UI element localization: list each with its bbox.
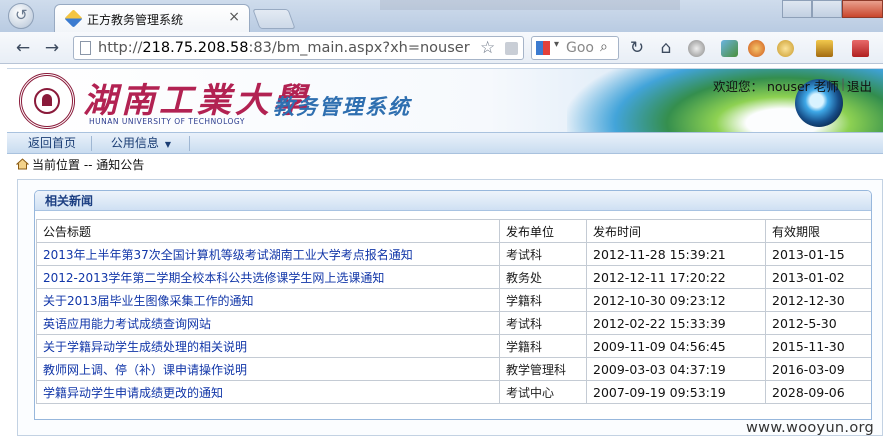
news-publish-time: 2009-11-09 04:56:45 (586, 334, 766, 358)
chevron-down-icon: ▼ (164, 140, 172, 149)
table-row: 学籍异动学生申请成绩更改的通知 考试中心 2007-09-19 09:53:19 20… (36, 380, 871, 404)
table-row: 2013年上半年第37次全国计算机等级考试湖南工业大学考点报名通知 考试科 2012… (36, 242, 871, 266)
face-icon[interactable] (777, 40, 794, 57)
titlebar-shadow (380, 0, 680, 10)
table-row: 英语应用能力考试成绩查询网站 考试科 2012-02-22 15:33:39 2012… (36, 311, 871, 335)
news-expiry-date: 2028-09-06 (765, 380, 871, 404)
column-header: 有效期限 (765, 219, 871, 243)
news-title-link[interactable]: 教师网上调、停（补）课申请操作说明 (36, 357, 500, 381)
table-header-row: 公告标题 发布单位 发布时间 有效期限 (36, 219, 871, 243)
news-title-link[interactable]: 学籍异动学生申请成绩更改的通知 (36, 380, 500, 404)
news-title-link[interactable]: 2012-2013学年第二学期全校本科公共选修课学生网上选课通知 (36, 265, 500, 289)
close-window-button[interactable] (842, 0, 883, 18)
system-title: 教务管理系统 (273, 95, 411, 119)
news-department: 考试科 (499, 311, 587, 335)
menu-home[interactable]: 返回首页 (13, 133, 91, 154)
column-header: 公告标题 (36, 219, 500, 243)
news-expiry-date: 2012-12-30 (765, 288, 871, 312)
table-row: 关于学籍异动学生成绩处理的相关说明 学籍科 2009-11-09 04:56:45 2… (36, 334, 871, 358)
watermark: www.wooyun.org (746, 420, 875, 436)
news-publish-time: 2012-11-28 15:39:21 (586, 242, 766, 266)
back-icon[interactable]: ← (12, 38, 34, 58)
university-emblem-icon (19, 73, 75, 129)
news-department: 考试科 (499, 242, 587, 266)
favicon-icon (64, 9, 83, 28)
news-department: 教务处 (499, 265, 587, 289)
browser-titlebar: ↺ 正方教务管理系统 × (0, 0, 883, 32)
tools-icon[interactable] (852, 40, 869, 57)
browser-logo-icon[interactable]: ↺ (8, 3, 34, 29)
news-department: 学籍科 (499, 334, 587, 358)
address-bar[interactable]: http://218.75.208.58:83/bm_main.aspx?xh=… (73, 36, 524, 60)
news-expiry-date: 2013-01-15 (765, 242, 871, 266)
new-tab-button[interactable] (252, 9, 296, 29)
table-row: 2012-2013学年第二学期全校本科公共选修课学生网上选课通知 教务处 2012-… (36, 265, 871, 289)
news-title-link[interactable]: 关于2013届毕业生图像采集工作的通知 (36, 288, 500, 312)
minimize-button[interactable] (782, 0, 812, 18)
page-icon (80, 41, 91, 55)
maximize-button[interactable] (812, 0, 842, 18)
table-row: 关于2013届毕业生图像采集工作的通知 学籍科 2012-10-30 09:23:1… (36, 288, 871, 312)
site-header: 湖南工業大學 HUNAN UNIVERSITY OF TECHNOLOGY 教务… (7, 68, 883, 132)
forward-icon[interactable]: → (41, 38, 63, 58)
column-header: 发布时间 (586, 219, 766, 243)
news-panel-title: 相关新闻 (35, 191, 871, 211)
news-expiry-date: 2013-01-02 (765, 265, 871, 289)
news-title-link[interactable]: 2013年上半年第37次全国计算机等级考试湖南工业大学考点报名通知 (36, 242, 500, 266)
site-menu: 返回首页 公用信息 ▼ (7, 132, 883, 154)
header-separator: | (841, 77, 846, 91)
news-expiry-date: 2015-11-30 (765, 334, 871, 358)
search-input[interactable]: Goo (566, 40, 594, 56)
news-department: 教学管理科 (499, 357, 587, 381)
news-expiry-date: 2012-5-30 (765, 311, 871, 335)
smiley-icon[interactable] (688, 40, 705, 57)
news-table: 公告标题 发布单位 发布时间 有效期限 2013年上半年第37次全国计算机等级考… (36, 219, 871, 404)
browser-toolbar: ← → http://218.75.208.58:83/bm_main.aspx… (0, 32, 883, 64)
breadcrumb: 当前位置 -- 通知公告 (16, 156, 144, 174)
search-box[interactable]: ▾ Goo ⌕ (531, 36, 619, 60)
magnifier-icon[interactable]: ⌕ (600, 39, 608, 55)
news-title-link[interactable]: 关于学籍异动学生成绩处理的相关说明 (36, 334, 500, 358)
browser-tab[interactable]: 正方教务管理系统 × (54, 4, 250, 32)
tab-title: 正方教务管理系统 (87, 13, 184, 27)
tab-close-icon[interactable]: × (228, 9, 240, 25)
logout-link[interactable]: 退出 (847, 76, 872, 95)
image-icon[interactable] (721, 40, 738, 57)
news-department: 考试中心 (499, 380, 587, 404)
news-publish-time: 2012-02-22 15:33:39 (586, 311, 766, 335)
university-name-en: HUNAN UNIVERSITY OF TECHNOLOGY (89, 117, 245, 126)
menu-public-info[interactable]: 公用信息 ▼ (93, 133, 189, 154)
table-row: 教师网上调、停（补）课申请操作说明 教学管理科 2009-03-03 04:37:1… (36, 357, 871, 381)
bee-icon[interactable] (816, 40, 833, 57)
news-publish-time: 2012-12-11 17:20:22 (586, 265, 766, 289)
google-search-icon[interactable] (536, 41, 550, 55)
news-publish-time: 2012-10-30 09:23:12 (586, 288, 766, 312)
url-text[interactable]: http://218.75.208.58:83/bm_main.aspx?xh=… (98, 40, 470, 56)
home-icon[interactable]: ⌂ (655, 38, 677, 58)
news-expiry-date: 2016-03-09 (765, 357, 871, 381)
bookmark-star-icon[interactable]: ☆ (480, 38, 495, 58)
news-department: 学籍科 (499, 288, 587, 312)
reload-icon[interactable]: ↻ (626, 38, 648, 58)
news-panel: 相关新闻 公告标题 发布单位 发布时间 有效期限 2013年上半年第37次全国计… (34, 190, 872, 420)
column-header: 发布单位 (499, 219, 587, 243)
content-area: 相关新闻 公告标题 发布单位 发布时间 有效期限 2013年上半年第37次全国计… (17, 179, 883, 436)
news-publish-time: 2007-09-19 09:53:19 (586, 380, 766, 404)
welcome-text: 欢迎您： nouser 老师 (713, 79, 839, 94)
rss-icon[interactable] (505, 42, 518, 55)
home-breadcrumb-icon (16, 158, 29, 170)
news-publish-time: 2009-03-03 04:37:19 (586, 357, 766, 381)
block-icon[interactable] (748, 40, 765, 57)
news-title-link[interactable]: 英语应用能力考试成绩查询网站 (36, 311, 500, 335)
